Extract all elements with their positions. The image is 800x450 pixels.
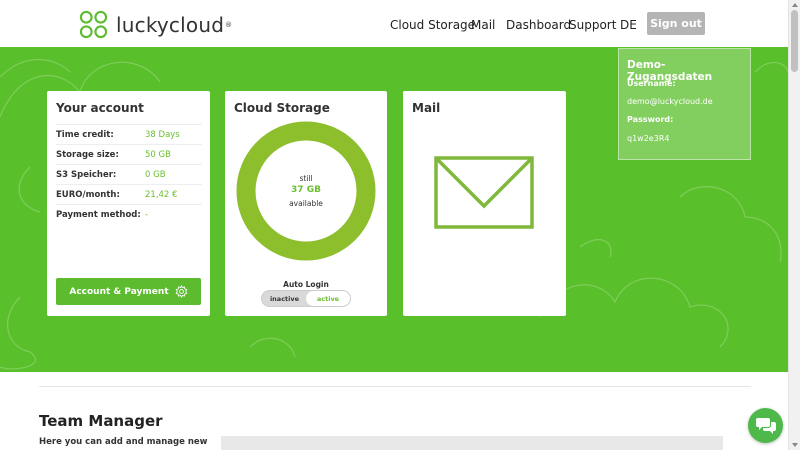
auto-login-inactive-option[interactable]: inactive [262, 291, 307, 306]
storage-free-amount: 37 GB [291, 185, 321, 196]
auto-login-label: Auto Login [283, 280, 329, 289]
team-manager-title: Team Manager [39, 412, 163, 430]
page-scrollbar[interactable] [788, 0, 800, 450]
account-row-s3-storage: S3 Speicher: 0 GB [56, 164, 202, 184]
team-manager-description: Here you can add and manage new [39, 437, 208, 447]
clover-logo-icon [79, 10, 108, 39]
brand-logo[interactable]: luckycloud ® [79, 10, 232, 39]
scroll-up-arrow-icon[interactable] [792, 3, 798, 7]
account-row-time-credit: Time credit: 38 Days [56, 124, 202, 144]
storage-donut-label: still 37 GB available [236, 121, 376, 261]
demo-password-value: q1w2e3R4 [627, 134, 670, 143]
account-row-euro-month: EURO/month: 21,42 € [56, 184, 202, 204]
nav-item-dashboard[interactable]: Dashboard [506, 18, 571, 32]
live-chat-button[interactable] [748, 408, 783, 443]
account-row-key: Time credit: [56, 130, 114, 140]
team-manager-panel [221, 436, 723, 450]
storage-available-text: available [289, 198, 323, 208]
chat-bubbles-icon [755, 417, 776, 434]
mail-card[interactable]: Mail [403, 91, 566, 316]
demo-username-value: demo@luckycloud.de [627, 97, 713, 106]
account-row-value: 0 GB [145, 170, 166, 180]
account-row-key: Payment method: [56, 210, 141, 220]
account-payment-button[interactable]: Account & Payment [56, 278, 201, 305]
cloud-storage-card: Cloud Storage still 37 GB available Auto… [225, 91, 387, 316]
brand-name: luckycloud [116, 12, 225, 37]
cloud-storage-card-title: Cloud Storage [234, 101, 330, 115]
scrollbar-thumb[interactable] [791, 10, 798, 72]
auto-login-active-option[interactable]: active [306, 291, 350, 306]
account-row-value: 21,42 € [145, 190, 178, 200]
nav-item-mail[interactable]: Mail [471, 18, 495, 32]
gear-icon [175, 285, 187, 298]
account-payment-button-label: Account & Payment [69, 286, 169, 297]
section-divider [39, 386, 751, 387]
account-card: Your account Time credit: 38 Days Storag… [47, 91, 210, 316]
account-row-value: - [145, 210, 149, 220]
demo-password-label: Password: [627, 115, 674, 124]
top-header: luckycloud ® Cloud Storage Mail Dashboard… [0, 0, 788, 47]
account-row-value: 50 GB [145, 150, 171, 160]
account-row-value: 38 Days [145, 130, 180, 140]
scroll-down-arrow-icon[interactable] [792, 443, 798, 447]
account-row-key: S3 Speicher: [56, 170, 117, 180]
account-row-key: EURO/month: [56, 190, 120, 200]
brand-registered-mark: ® [225, 20, 233, 29]
account-details-list: Time credit: 38 Days Storage size: 50 GB… [56, 124, 202, 224]
auto-login-toggle[interactable]: inactive active [261, 290, 351, 307]
envelope-icon [434, 156, 534, 229]
account-row-storage-size: Storage size: 50 GB [56, 144, 202, 164]
demo-username-label: Username: [627, 79, 676, 88]
demo-credentials-box: Demo-Zugangsdaten Username: demo@luckycl… [618, 48, 751, 160]
sign-out-button[interactable]: Sign out [647, 12, 705, 35]
nav-item-cloud-storage[interactable]: Cloud Storage [390, 18, 475, 32]
account-row-key: Storage size: [56, 150, 119, 160]
account-row-payment-method: Payment method: - [56, 204, 202, 224]
account-card-title: Your account [56, 101, 144, 115]
nav-item-language[interactable]: DE [620, 18, 637, 32]
mail-card-title: Mail [412, 101, 441, 115]
storage-still-text: still [299, 174, 313, 183]
nav-item-support[interactable]: Support [569, 18, 616, 32]
